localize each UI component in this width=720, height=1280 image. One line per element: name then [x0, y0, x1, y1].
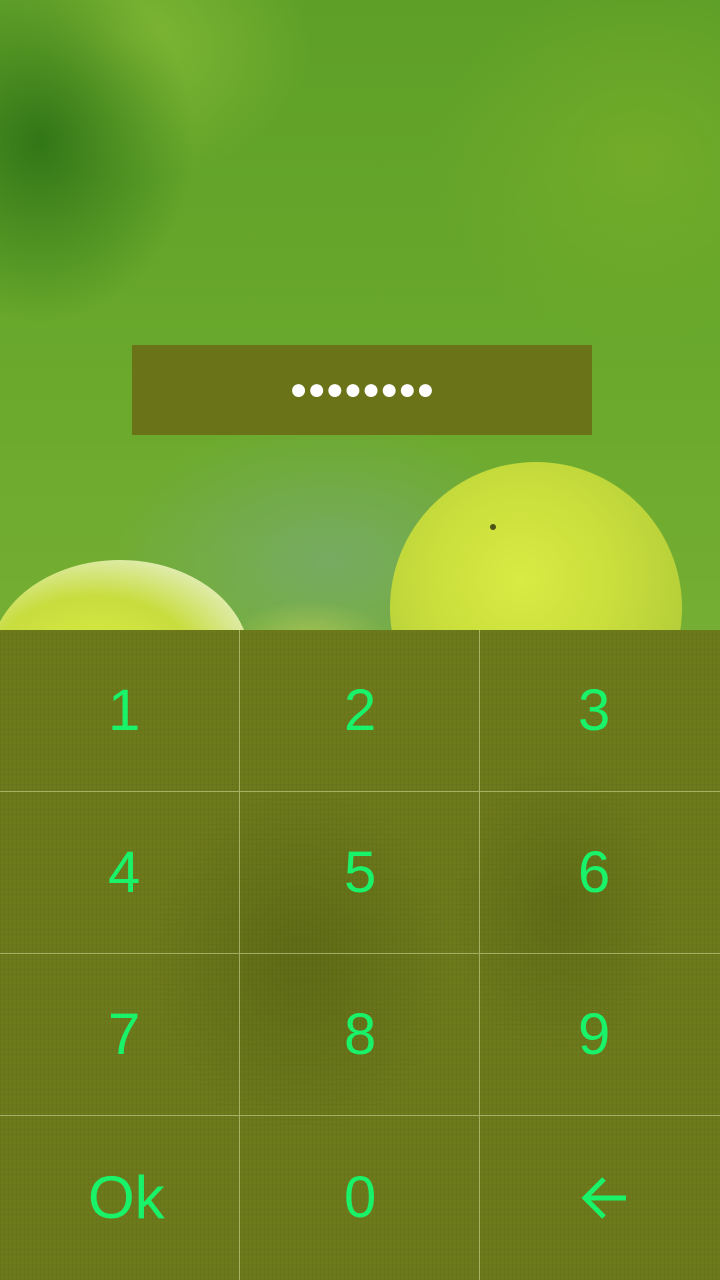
- key-1-button[interactable]: 1: [0, 630, 240, 792]
- key-label: 2: [344, 677, 377, 743]
- key-label: 7: [108, 1001, 141, 1067]
- key-label: 4: [108, 839, 141, 905]
- ok-label: Ok: [88, 1164, 165, 1231]
- key-label: 0: [344, 1165, 377, 1230]
- key-label: 5: [344, 839, 377, 905]
- key-7-button[interactable]: 7: [0, 954, 240, 1116]
- key-label: 8: [344, 1001, 377, 1067]
- key-5-button[interactable]: 5: [240, 792, 480, 954]
- pin-masked-dots: ●●●●●●●●: [289, 373, 435, 406]
- key-label: 1: [108, 677, 141, 743]
- numeric-keypad: 1 2 3 4 5 6 7 8 9 Ok 0: [0, 630, 720, 1280]
- key-0-button[interactable]: 0: [240, 1116, 480, 1280]
- key-9-button[interactable]: 9: [480, 954, 720, 1116]
- key-label: 9: [578, 1001, 611, 1067]
- key-2-button[interactable]: 2: [240, 630, 480, 792]
- key-6-button[interactable]: 6: [480, 792, 720, 954]
- key-label: 6: [578, 839, 611, 905]
- key-label: 3: [578, 677, 611, 743]
- wallpaper-speck: [490, 524, 496, 530]
- backspace-button[interactable]: [480, 1116, 720, 1280]
- key-4-button[interactable]: 4: [0, 792, 240, 954]
- backspace-arrow-icon: [580, 1175, 630, 1221]
- pin-display-field: ●●●●●●●●: [132, 345, 592, 435]
- lock-screen: ●●●●●●●● 1 2 3 4 5 6 7 8 9 Ok 0: [0, 0, 720, 1280]
- key-8-button[interactable]: 8: [240, 954, 480, 1116]
- ok-button[interactable]: Ok: [0, 1116, 240, 1280]
- key-3-button[interactable]: 3: [480, 630, 720, 792]
